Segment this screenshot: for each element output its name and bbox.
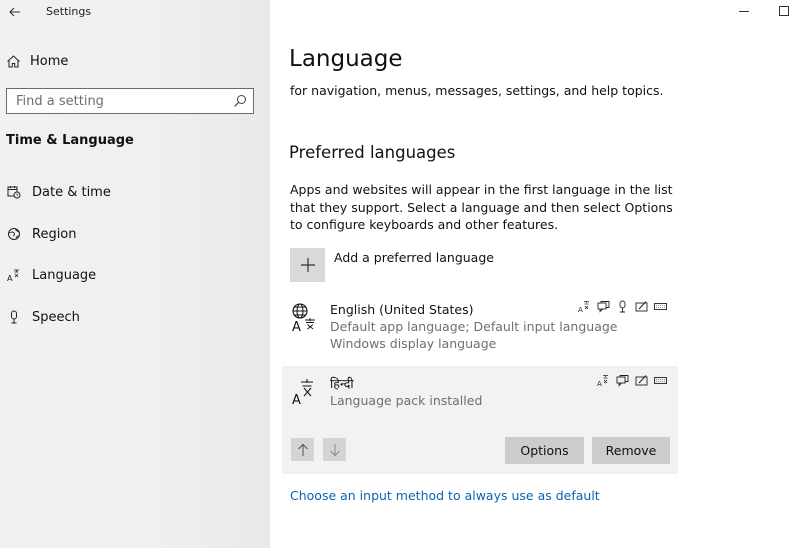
display-language-icon: A [578,300,591,313]
add-language-button[interactable] [290,248,325,282]
svg-text:A: A [578,306,583,313]
input-method-link[interactable]: Choose an input method to always use as … [290,488,600,503]
nav-item-region[interactable]: Region [6,223,77,245]
nav-home-label: Home [30,53,69,69]
search-icon[interactable] [233,94,247,108]
language-globe-icon: A [291,302,317,336]
calendar-clock-icon [6,184,22,200]
nav-item-speech[interactable]: Speech [6,306,80,328]
nav-item-date-time-label: Date & time [32,184,111,200]
language-features: A [597,374,667,387]
nav-home[interactable]: Home [6,51,68,71]
minimize-icon[interactable] [738,5,750,17]
handwriting-icon [635,374,648,387]
search-input[interactable] [7,93,226,109]
speech-bubble-icon [616,374,629,387]
language-item-english[interactable]: A English (United States) Default app la… [282,296,678,356]
add-language-label[interactable]: Add a preferred language [334,250,494,265]
move-up-button[interactable] [291,438,314,461]
svg-text:A: A [292,320,301,332]
nav-item-speech-label: Speech [32,309,80,325]
app-title: Settings [46,5,92,18]
keyboard-icon [654,300,667,313]
language-features: A [578,300,667,313]
svg-text:A: A [7,274,13,282]
language-icon: A [6,267,22,283]
language-icon: A [291,376,317,410]
sidebar: Settings Home Time & Language Date & tim… [0,0,270,548]
language-detail-line1: Default app language; Default input lang… [330,319,618,334]
page-subtitle: for navigation, menus, messages, setting… [290,83,664,98]
arrow-up-icon [297,443,308,456]
nav-item-language[interactable]: A Language [6,264,96,286]
page-title: Language [289,46,403,72]
language-name: हिन्दी [330,376,354,391]
keyboard-icon [654,374,667,387]
language-name: English (United States) [330,302,474,317]
nav-item-date-time[interactable]: Date & time [6,181,111,203]
nav-item-language-label: Language [32,267,97,283]
arrow-down-icon [329,443,340,456]
language-detail-line1: Language pack installed [330,393,483,408]
speech-bubble-icon [597,300,610,313]
language-detail-line2: Windows display language [330,336,497,351]
section-title: Time & Language [6,133,134,148]
search-box [6,88,254,114]
display-language-icon: A [597,374,610,387]
options-button[interactable]: Options [505,437,584,464]
globe-icon [6,226,22,242]
svg-text:A: A [597,380,602,387]
remove-button[interactable]: Remove [592,437,670,464]
handwriting-icon [635,300,648,313]
microphone-icon [616,300,629,313]
move-down-button[interactable] [323,438,346,461]
back-arrow-icon [9,7,20,17]
microphone-icon [6,309,22,325]
nav-item-region-label: Region [32,226,77,242]
preferred-languages-description: Apps and websites will appear in the fir… [290,182,673,232]
plus-icon [300,258,315,272]
back-button[interactable] [6,3,24,21]
home-icon [7,54,20,67]
preferred-languages-heading: Preferred languages [289,143,456,162]
maximize-icon[interactable] [778,5,790,17]
svg-text:A: A [292,393,301,406]
